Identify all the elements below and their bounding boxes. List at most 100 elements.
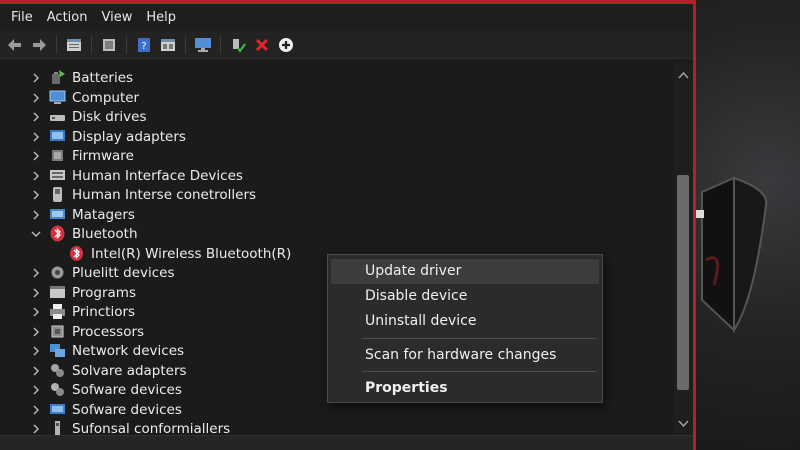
tree-item-sofware-devices[interactable]: Sofware devices (30, 380, 182, 399)
scrollbar-thumb[interactable] (677, 175, 689, 390)
chevron-right-icon[interactable] (30, 283, 42, 302)
battery-icon (49, 69, 66, 86)
svg-text:?: ? (141, 41, 146, 52)
scroll-down-icon[interactable] (678, 418, 689, 429)
tree-item-human-interface-devices[interactable]: Human Interface Devices (30, 166, 243, 185)
tree-item-processors[interactable]: Processors (30, 322, 144, 341)
tree-item-label: Network devices (72, 342, 185, 359)
tree-item-label: Processors (72, 323, 145, 340)
scroll-up-icon[interactable] (678, 70, 689, 81)
chevron-right-icon[interactable] (30, 185, 42, 204)
computer-icon (49, 89, 66, 106)
desktop-background (694, 0, 800, 450)
tree-item-sofware-devices-2[interactable]: Sofware devices (30, 400, 182, 419)
tree-item-disk-drives[interactable]: Disk drives (30, 107, 147, 126)
properties-icon[interactable] (63, 34, 85, 56)
tree-item-matagers[interactable]: Matagers (30, 205, 135, 224)
tree-item-solvare-adapters[interactable]: Solvare adapters (30, 361, 187, 380)
menu-separator (362, 371, 596, 372)
monitor-icon[interactable] (192, 34, 214, 56)
enable-device-icon[interactable] (227, 34, 249, 56)
tree-item-label: Intel(R) Wireless Bluetooth(R) (91, 245, 292, 262)
add-hardware-icon[interactable] (275, 34, 297, 56)
tree-item-programs[interactable]: Programs (30, 283, 136, 302)
hid-icon (49, 167, 66, 184)
properties-menu-item[interactable]: Properties (331, 376, 599, 401)
tree-item-label: Bluetooth (72, 225, 138, 242)
chevron-right-icon[interactable] (30, 302, 42, 321)
tree-item-bluetooth[interactable]: Bluetooth (30, 224, 138, 243)
tree-item-network-devices[interactable]: Network devices (30, 341, 184, 360)
chevron-right-icon[interactable] (30, 400, 42, 419)
tree-item-label: Solvare adapters (72, 362, 187, 379)
tree-item-label: Pluelitt devices (72, 264, 175, 281)
processor-icon (49, 323, 66, 340)
toolbar-separator (185, 35, 186, 54)
tree-item-label: Firmware (72, 147, 134, 164)
toolbar-separator (91, 35, 92, 54)
tree-item-pluelitt-devices[interactable]: Pluelitt devices (30, 263, 175, 282)
tree-item-label: Sufonsal conformiallers (72, 420, 231, 436)
tree-item-firmware[interactable]: Firmware (30, 146, 134, 165)
update-driver-menu-item[interactable]: Update driver (331, 259, 599, 284)
tree-item-intel-wireless-bluetooth[interactable]: Intel(R) Wireless Bluetooth(R) (68, 244, 291, 263)
chevron-right-icon[interactable] (30, 166, 42, 185)
tree-item-label: Matagers (72, 206, 135, 223)
menu-file[interactable]: File (4, 4, 40, 31)
tree-item-batteries[interactable]: Batteries (30, 68, 133, 87)
tree-item-label: Sofware devices (72, 401, 182, 418)
tree-item-label: Batteries (72, 69, 134, 86)
forward-arrow-icon[interactable] (28, 34, 50, 56)
chevron-down-icon[interactable] (30, 224, 42, 243)
controller-icon (49, 186, 66, 203)
help-icon[interactable]: ? (133, 34, 155, 56)
view-icon[interactable] (157, 34, 179, 56)
menu-bar: File Action View Help (0, 4, 693, 31)
software-device-icon (49, 401, 66, 418)
chevron-right-icon[interactable] (30, 263, 42, 282)
tree-item-label: Display adapters (72, 128, 186, 145)
menu-action[interactable]: Action (40, 4, 95, 31)
printer-icon (49, 303, 66, 320)
tree-item-sufonsal-conformiallers[interactable]: Sufonsal conformiallers (30, 419, 230, 435)
gear-device-icon (49, 264, 66, 281)
chevron-right-icon[interactable] (30, 68, 42, 87)
context-menu: Update driver Disable device Uninstall d… (327, 254, 603, 403)
chevron-right-icon[interactable] (30, 127, 42, 146)
tree-item-human-interse-conetrollers[interactable]: Human Interse conetrollers (30, 185, 256, 204)
back-arrow-icon[interactable] (4, 34, 26, 56)
menu-separator (362, 338, 596, 339)
tree-item-label: Disk drives (72, 108, 147, 125)
chevron-right-icon[interactable] (30, 380, 42, 399)
chevron-right-icon[interactable] (30, 88, 42, 107)
chevron-right-icon[interactable] (30, 107, 42, 126)
bluetooth-icon (68, 245, 85, 262)
status-bar (0, 435, 693, 450)
chevron-right-icon[interactable] (30, 322, 42, 341)
tree-item-label: Human Interface Devices (72, 167, 243, 184)
bluetooth-icon (49, 225, 66, 242)
monitor-icon (49, 206, 66, 223)
toolbar: ? (0, 31, 693, 59)
tree-item-princtiors[interactable]: Princtiors (30, 302, 135, 321)
chevron-right-icon[interactable] (30, 146, 42, 165)
chevron-right-icon[interactable] (30, 205, 42, 224)
tree-item-computer[interactable]: Computer (30, 88, 139, 107)
uninstall-device-menu-item[interactable]: Uninstall device (331, 309, 599, 334)
vertical-scrollbar[interactable] (674, 63, 693, 435)
scan-hardware-menu-item[interactable]: Scan for hardware changes (331, 343, 599, 368)
uninstall-x-icon[interactable] (251, 34, 273, 56)
tree-item-label: Programs (72, 284, 136, 301)
chevron-right-icon[interactable] (30, 341, 42, 360)
program-icon (49, 284, 66, 301)
network-icon (49, 342, 66, 359)
disable-device-menu-item[interactable]: Disable device (331, 284, 599, 309)
menu-view[interactable]: View (94, 4, 139, 31)
chevron-right-icon[interactable] (30, 361, 42, 380)
tree-item-display-adapters[interactable]: Display adapters (30, 127, 186, 146)
tree-item-label: Human Interse conetrollers (72, 186, 257, 203)
chevron-right-icon[interactable] (30, 419, 42, 435)
menu-help[interactable]: Help (139, 4, 183, 31)
disk-drive-icon (49, 108, 66, 125)
update-icon[interactable] (98, 34, 120, 56)
